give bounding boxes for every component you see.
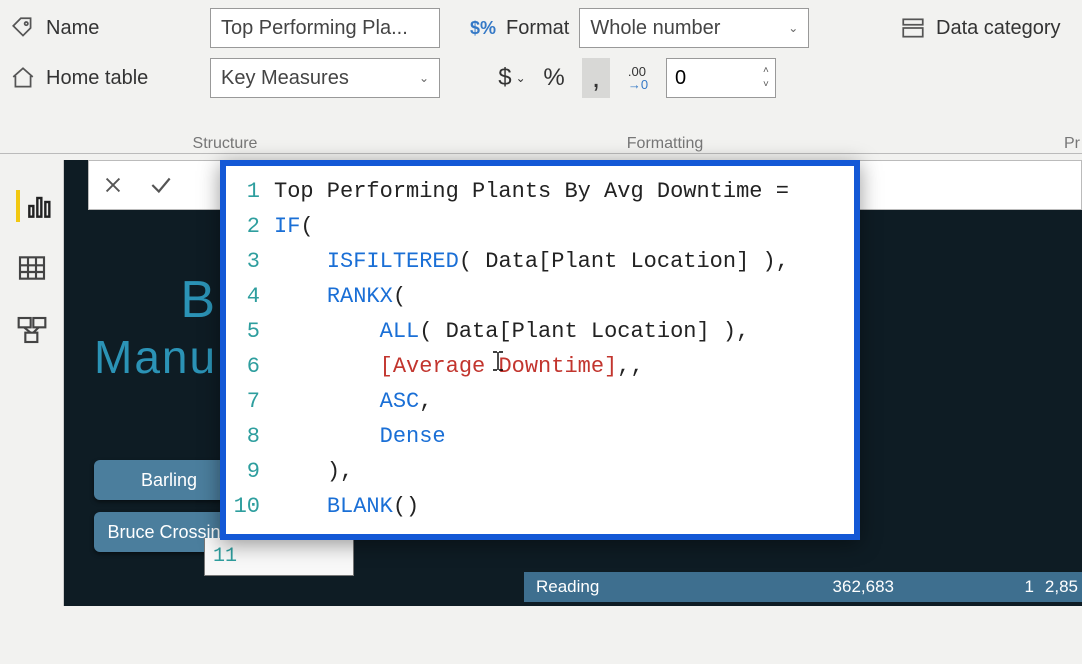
format-row: $% Format Whole number ⌄: [470, 8, 870, 48]
model-view-icon[interactable]: [16, 314, 48, 346]
commit-formula-button[interactable]: [137, 161, 185, 209]
format-value: Whole number: [590, 17, 720, 40]
name-row: Name Top Performing Pla...: [10, 8, 440, 48]
group-structure: Name Top Performing Pla... Home table Ke…: [10, 8, 440, 135]
format-icon: $%: [470, 15, 496, 41]
group-label-properties: Pr: [880, 135, 1082, 153]
cancel-formula-button[interactable]: [89, 161, 137, 209]
home-table-value: Key Measures: [221, 67, 349, 90]
format-label: Format: [506, 17, 569, 40]
category-icon: [900, 15, 926, 41]
tag-icon: [10, 15, 36, 41]
name-label: Name: [46, 17, 99, 40]
thousands-separator-button[interactable]: ,: [582, 58, 610, 98]
chevron-down-icon[interactable]: ˅: [763, 80, 769, 90]
group-formatting: $% Format Whole number ⌄ $ ⌄ % , .00→0: [470, 8, 870, 135]
cell-value3: 2,85: [1034, 577, 1082, 597]
formula-editor[interactable]: 1 2 3 4 5 6 7 8 9 10 Top Performing Plan…: [220, 160, 860, 540]
format-toolbar: $ ⌄ % , .00→0 ˄ ˅: [470, 58, 870, 98]
format-select[interactable]: Whole number ⌄: [579, 8, 809, 48]
percent-button[interactable]: %: [540, 58, 568, 98]
data-category-label: Data category: [936, 17, 1061, 40]
chevron-down-icon: ⌄: [419, 71, 429, 85]
currency-button[interactable]: $ ⌄: [498, 58, 526, 98]
group-label-structure: Structure: [0, 135, 450, 153]
dashboard-title: B Manu: [94, 270, 217, 384]
decimals-spinner[interactable]: ˄ ˅: [666, 58, 776, 98]
name-input[interactable]: Top Performing Pla...: [210, 8, 440, 48]
data-category-row: Data category: [900, 8, 1072, 48]
group-properties: Data category: [900, 8, 1072, 135]
chevron-down-icon: ⌄: [516, 71, 526, 85]
spinner-arrows[interactable]: ˄ ˅: [757, 59, 775, 97]
name-input-value: Top Performing Pla...: [221, 17, 408, 40]
canvas-area: B Manu Barling Bruce Crossing 1 2 3 4 5 …: [0, 160, 1082, 606]
decimal-places-button[interactable]: .00→0: [624, 58, 652, 98]
line-number-gutter: 1 2 3 4 5 6 7 8 9 10: [226, 166, 266, 534]
chevron-down-icon: ⌄: [788, 21, 798, 35]
data-view-icon[interactable]: [16, 252, 48, 284]
formula-code[interactable]: Top Performing Plants By Avg Downtime =I…: [266, 166, 854, 534]
cell-value2: 1: [894, 577, 1034, 597]
ribbon: Name Top Performing Pla... Home table Ke…: [0, 0, 1082, 135]
group-label-formatting: Formatting: [450, 135, 880, 153]
home-table-select[interactable]: Key Measures ⌄: [210, 58, 440, 98]
decimals-input[interactable]: [667, 59, 757, 97]
home-table-label: Home table: [46, 67, 148, 90]
view-switcher: [0, 160, 64, 606]
chevron-up-icon[interactable]: ˄: [763, 66, 769, 76]
report-view-icon[interactable]: [16, 190, 48, 222]
ribbon-group-labels: Structure Formatting Pr: [0, 135, 1082, 154]
home-icon: [10, 65, 36, 91]
report-canvas[interactable]: B Manu Barling Bruce Crossing 1 2 3 4 5 …: [64, 160, 1082, 606]
home-table-row: Home table Key Measures ⌄: [10, 58, 440, 98]
